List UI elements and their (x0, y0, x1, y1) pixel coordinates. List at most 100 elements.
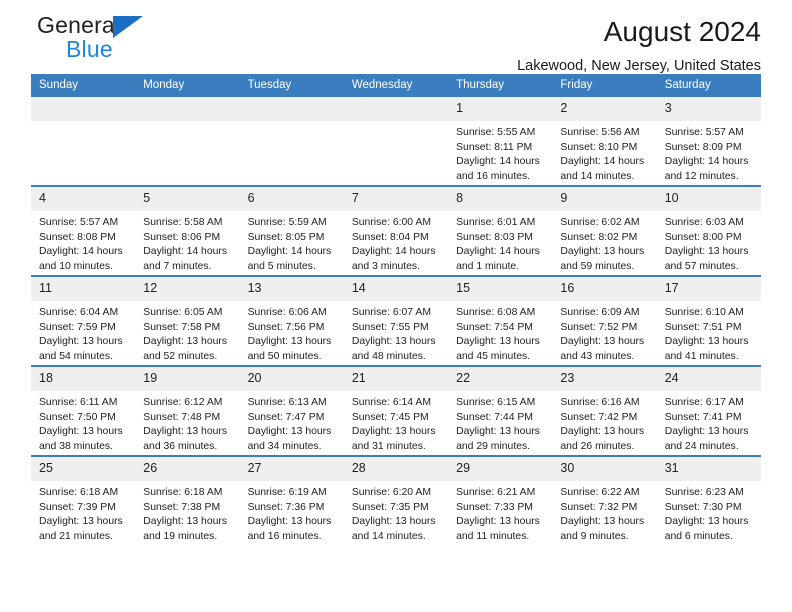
calendar-day-cell[interactable]: 18 Sunrise: 6:11 AM Sunset: 7:50 PM Dayligh… (31, 365, 136, 456)
daylight-text: and 3 minutes. (351, 260, 421, 272)
daylight-text: Daylight: 14 hours (560, 156, 645, 168)
calendar-day-cell[interactable]: 27 Sunrise: 6:19 AM Sunset: 7:36 PM Dayligh… (239, 455, 344, 545)
calendar-day-cell[interactable]: 20 Sunrise: 6:13 AM Sunset: 7:47 PM Dayligh… (239, 365, 344, 456)
day-number: 28 (343, 457, 449, 481)
sunrise-text: Sunrise: 5:59 AM (247, 217, 327, 228)
title-block: August 2024 Lakewood, New Jersey, United… (517, 0, 761, 76)
general-blue-logo[interactable]: General Blue (37, 14, 217, 61)
daylight-text: Daylight: 13 hours (351, 516, 436, 528)
day-number: 3 (656, 97, 761, 121)
sunrise-text: Sunrise: 6:10 AM (664, 307, 744, 318)
calendar-day-cell[interactable]: 25 Sunrise: 6:18 AM Sunset: 7:39 PM Dayligh… (31, 455, 136, 545)
daylight-text: and 19 minutes. (143, 530, 218, 542)
calendar-day-cell[interactable]: 24 Sunrise: 6:17 AM Sunset: 7:41 PM Dayligh… (656, 365, 761, 456)
calendar-day-cell[interactable]: 11 Sunrise: 6:04 AM Sunset: 7:59 PM Dayligh… (31, 275, 136, 366)
sunrise-text: Sunrise: 6:04 AM (39, 307, 119, 318)
daylight-text: and 31 minutes. (351, 440, 426, 452)
weekday-header-saturday: Saturday (656, 74, 761, 97)
day-number: 5 (135, 187, 240, 211)
sunset-text: Sunset: 7:54 PM (456, 321, 533, 333)
day-number: 10 (656, 187, 761, 211)
calendar-day-cell[interactable]: 16 Sunrise: 6:09 AM Sunset: 7:52 PM Dayligh… (552, 275, 657, 366)
daylight-text: Daylight: 14 hours (664, 156, 749, 168)
calendar-day-cell[interactable]: 2 Sunrise: 5:56 AM Sunset: 8:10 PM Daylight… (552, 97, 657, 186)
calendar-day-cell[interactable]: 19 Sunrise: 6:12 AM Sunset: 7:48 PM Dayligh… (135, 365, 240, 456)
sunrise-text: Sunrise: 6:17 AM (664, 397, 744, 408)
daylight-text: and 43 minutes. (560, 350, 635, 362)
daylight-text: and 38 minutes. (39, 440, 113, 452)
daylight-text: Daylight: 13 hours (456, 336, 540, 348)
daylight-text: Daylight: 14 hours (351, 246, 436, 258)
calendar-day-cell[interactable]: 21 Sunrise: 6:14 AM Sunset: 7:45 PM Dayligh… (343, 365, 449, 456)
daylight-text: and 21 minutes. (39, 530, 113, 542)
day-number: 6 (239, 187, 344, 211)
sunset-text: Sunset: 7:58 PM (143, 321, 221, 333)
calendar-day-cell[interactable]: 3 Sunrise: 5:57 AM Sunset: 8:09 PM Daylight… (656, 97, 761, 186)
sunrise-text: Sunrise: 6:20 AM (351, 487, 431, 498)
calendar-day-cell[interactable]: 29 Sunrise: 6:21 AM Sunset: 7:33 PM Dayligh… (448, 455, 553, 545)
day-details: Sunrise: 6:11 AM Sunset: 7:50 PM Daylight:… (31, 391, 135, 454)
weekday-header-sunday: Sunday (31, 74, 136, 97)
calendar-day-cell[interactable]: 14 Sunrise: 6:07 AM Sunset: 7:55 PM Dayligh… (343, 275, 449, 366)
calendar-day-cell[interactable]: 12 Sunrise: 6:05 AM Sunset: 7:58 PM Dayligh… (135, 275, 240, 366)
calendar-day-cell[interactable]: 26 Sunrise: 6:18 AM Sunset: 7:38 PM Dayligh… (135, 455, 240, 545)
daylight-text: and 50 minutes. (247, 350, 322, 362)
day-number: 12 (135, 277, 240, 301)
calendar-week-row: 11 Sunrise: 6:04 AM Sunset: 7:59 PM Dayligh… (31, 275, 761, 366)
calendar-day-cell[interactable]: 30 Sunrise: 6:22 AM Sunset: 7:32 PM Dayligh… (552, 455, 657, 545)
calendar-cell-empty (135, 97, 240, 186)
sunrise-text: Sunrise: 6:02 AM (560, 217, 640, 228)
daylight-text: Daylight: 13 hours (247, 426, 332, 438)
daylight-text: and 5 minutes. (247, 260, 316, 272)
calendar-day-cell[interactable]: 7 Sunrise: 6:00 AM Sunset: 8:04 PM Daylight… (343, 185, 449, 276)
weekday-header-wednesday: Wednesday (343, 74, 449, 97)
calendar-day-cell[interactable]: 9 Sunrise: 6:02 AM Sunset: 8:02 PM Daylight… (552, 185, 657, 276)
day-details: Sunrise: 5:59 AM Sunset: 8:05 PM Daylight:… (240, 211, 344, 274)
calendar-day-cell[interactable]: 1 Sunrise: 5:55 AM Sunset: 8:11 PM Daylight… (448, 97, 553, 186)
day-number: 30 (552, 457, 657, 481)
calendar-day-cell[interactable]: 15 Sunrise: 6:08 AM Sunset: 7:54 PM Dayligh… (448, 275, 553, 366)
day-number: 8 (448, 187, 553, 211)
logo-text-general: General (37, 14, 217, 39)
daylight-text: and 1 minute. (456, 260, 520, 272)
sunset-text: Sunset: 7:41 PM (664, 411, 742, 423)
day-number: 2 (552, 97, 657, 121)
calendar-day-cell[interactable]: 23 Sunrise: 6:16 AM Sunset: 7:42 PM Dayligh… (552, 365, 657, 456)
calendar-day-cell[interactable]: 5 Sunrise: 5:58 AM Sunset: 8:06 PM Daylight… (135, 185, 240, 276)
day-number: 26 (135, 457, 240, 481)
day-details: Sunrise: 6:15 AM Sunset: 7:44 PM Daylight:… (448, 391, 552, 454)
calendar-day-cell[interactable]: 13 Sunrise: 6:06 AM Sunset: 7:56 PM Dayligh… (239, 275, 344, 366)
calendar-body: 1 Sunrise: 5:55 AM Sunset: 8:11 PM Daylight… (31, 97, 761, 545)
day-details: Sunrise: 5:58 AM Sunset: 8:06 PM Daylight:… (135, 211, 239, 274)
day-number: 31 (656, 457, 761, 481)
day-details: Sunrise: 6:08 AM Sunset: 7:54 PM Daylight:… (448, 301, 552, 364)
daylight-text: Daylight: 13 hours (664, 516, 749, 528)
daylight-text: and 45 minutes. (456, 350, 531, 362)
calendar-day-cell[interactable]: 8 Sunrise: 6:01 AM Sunset: 8:03 PM Daylight… (448, 185, 553, 276)
daylight-text: and 16 minutes. (247, 530, 322, 542)
day-details (31, 121, 135, 126)
day-number: 18 (31, 367, 136, 391)
day-details: Sunrise: 6:10 AM Sunset: 7:51 PM Daylight:… (657, 301, 761, 364)
calendar-day-cell[interactable]: 28 Sunrise: 6:20 AM Sunset: 7:35 PM Dayligh… (343, 455, 449, 545)
day-number: 17 (656, 277, 761, 301)
day-number: 9 (552, 187, 657, 211)
daylight-text: and 59 minutes. (560, 260, 635, 272)
day-number: 27 (239, 457, 344, 481)
sunset-text: Sunset: 7:45 PM (351, 411, 429, 423)
day-details: Sunrise: 6:18 AM Sunset: 7:39 PM Daylight:… (31, 481, 135, 544)
calendar-day-cell[interactable]: 22 Sunrise: 6:15 AM Sunset: 7:44 PM Dayligh… (448, 365, 553, 456)
day-number (135, 97, 240, 121)
daylight-text: Daylight: 13 hours (664, 246, 749, 258)
calendar-week-row: 1 Sunrise: 5:55 AM Sunset: 8:11 PM Daylight… (31, 97, 761, 186)
calendar-day-cell[interactable]: 17 Sunrise: 6:10 AM Sunset: 7:51 PM Dayligh… (656, 275, 761, 366)
calendar-day-cell[interactable]: 10 Sunrise: 6:03 AM Sunset: 8:00 PM Dayligh… (656, 185, 761, 276)
sunrise-text: Sunrise: 6:12 AM (143, 397, 223, 408)
sunrise-text: Sunrise: 6:21 AM (456, 487, 536, 498)
calendar-day-cell[interactable]: 6 Sunrise: 5:59 AM Sunset: 8:05 PM Daylight… (239, 185, 344, 276)
day-number: 13 (239, 277, 344, 301)
calendar-day-cell[interactable]: 4 Sunrise: 5:57 AM Sunset: 8:08 PM Daylight… (31, 185, 136, 276)
calendar-day-cell[interactable]: 31 Sunrise: 6:23 AM Sunset: 7:30 PM Dayligh… (656, 455, 761, 545)
daylight-text: Daylight: 13 hours (143, 516, 228, 528)
day-details: Sunrise: 6:22 AM Sunset: 7:32 PM Daylight:… (552, 481, 656, 544)
